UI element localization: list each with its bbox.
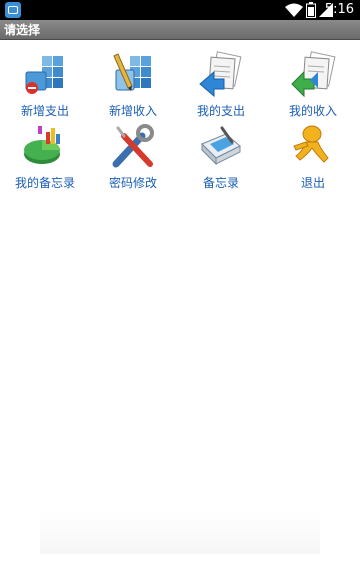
menu-item-label: 我的备忘录: [14, 176, 75, 190]
my-expense-icon: [199, 51, 242, 98]
my-memo-icon: [24, 126, 60, 164]
menu-item-password-change[interactable]: 密码修改: [88, 116, 178, 192]
panel-bottom-shade: [40, 510, 320, 554]
menu-item-my-memo[interactable]: 我的备忘录: [0, 116, 90, 192]
menu-item-label: 退出: [300, 176, 325, 190]
title-bar: 请选择: [0, 20, 360, 40]
menu-item-exit[interactable]: 退出: [268, 116, 358, 192]
menu-item-my-expense[interactable]: 我的支出: [176, 44, 266, 120]
menu-item-add-income[interactable]: 新增收入: [88, 44, 178, 120]
page-title: 请选择: [4, 23, 41, 37]
menu-item-memo[interactable]: 备忘录: [176, 116, 266, 192]
memo-icon: [201, 126, 241, 166]
app-icon: [5, 2, 21, 18]
menu-item-label: 备忘录: [202, 176, 239, 190]
menu-content: 新增支出 新增收入 我的支出 我的收入 我的备忘录 密码修改 备忘录 退出: [0, 40, 360, 576]
status-bar: 5:16: [0, 0, 360, 20]
password-change-icon: [112, 124, 154, 168]
menu-item-my-income[interactable]: 我的收入: [268, 44, 358, 120]
menu-item-label: 密码修改: [108, 176, 157, 190]
add-expense-icon: [25, 56, 63, 94]
add-income-icon: [113, 53, 151, 91]
menu-item-add-expense[interactable]: 新增支出: [0, 44, 90, 120]
status-time: 5:16: [324, 2, 354, 17]
battery-icon: [306, 2, 316, 18]
wifi-icon: [285, 3, 303, 17]
exit-icon: [293, 125, 329, 163]
my-income-icon: [291, 51, 336, 98]
